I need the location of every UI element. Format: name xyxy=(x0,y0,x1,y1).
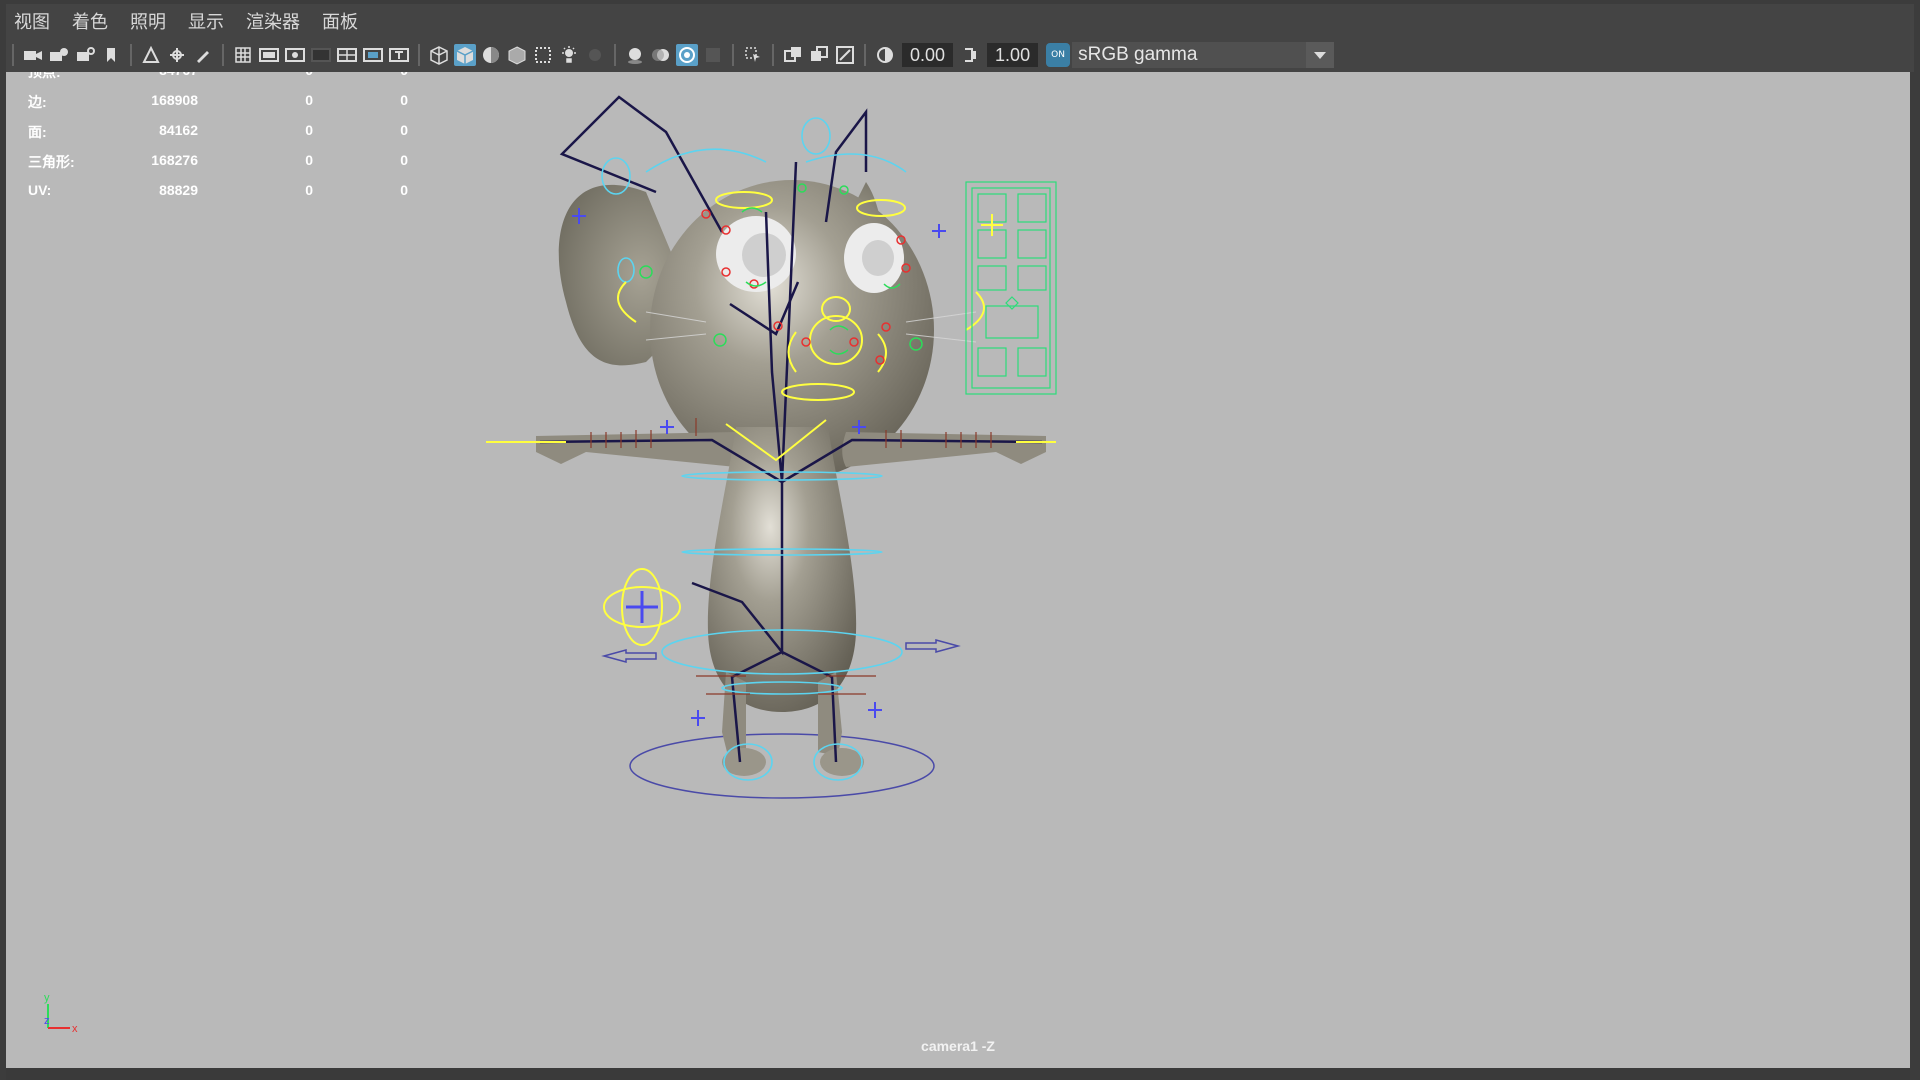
menu-panels[interactable]: 面板 xyxy=(314,8,368,34)
hud-value: 84767 xyxy=(159,72,198,78)
toolbar-separator xyxy=(12,44,14,66)
viewport-bottom-border xyxy=(6,1068,1910,1080)
hud-value: 84162 xyxy=(159,122,198,138)
hud-value: 0 xyxy=(305,152,313,168)
hud-label: 边: xyxy=(28,94,47,110)
maya-viewport-window: 视图 着色 照明 显示 渲染器 面板 0.00 1.00 ON sRGB gam… xyxy=(0,0,1920,1080)
ambient-occlusion-icon[interactable] xyxy=(624,44,646,66)
resolution-gate-icon[interactable] xyxy=(284,44,306,66)
hud-value: 0 xyxy=(400,92,408,108)
gamma-field[interactable]: 1.00 xyxy=(987,43,1039,67)
hud-row-edges: 边: 168908 0 0 xyxy=(28,90,408,120)
xray-active-icon[interactable] xyxy=(808,44,830,66)
hud-row-uvs: UV: 88829 0 0 xyxy=(28,180,408,210)
depth-of-field-icon[interactable] xyxy=(702,44,724,66)
left-eye-inner xyxy=(742,233,786,277)
chevron-down-icon[interactable] xyxy=(1306,42,1335,68)
menu-renderer[interactable]: 渲染器 xyxy=(238,8,310,34)
toolbar-separator xyxy=(130,44,132,66)
exposure-icon[interactable] xyxy=(874,44,896,66)
poly-count-hud: 顶点: 84767 0 0 边: 168908 0 0 面: 84162 0 0… xyxy=(28,72,408,222)
camera-select-icon[interactable] xyxy=(22,44,44,66)
lights-icon[interactable] xyxy=(558,44,580,66)
panel-menubar: 视图 着色 照明 显示 渲染器 面板 xyxy=(6,4,1914,38)
toolbar-separator xyxy=(418,44,420,66)
hud-label: UV: xyxy=(28,182,52,198)
left-arm xyxy=(536,432,740,467)
camera-attributes-icon[interactable] xyxy=(48,44,70,66)
color-management-toggle[interactable]: ON xyxy=(1046,43,1071,67)
color-space-value: sRGB gamma xyxy=(1078,44,1198,65)
axis-x-label: x xyxy=(72,1023,78,1035)
menu-shading[interactable]: 着色 xyxy=(64,8,118,34)
textured-icon[interactable] xyxy=(506,44,528,66)
hud-value: 0 xyxy=(400,182,408,198)
hud-value: 88829 xyxy=(159,182,198,198)
menu-view[interactable]: 视图 xyxy=(6,8,60,34)
field-chart-icon[interactable] xyxy=(336,44,358,66)
grid-icon[interactable] xyxy=(232,44,254,66)
xray-icon[interactable] xyxy=(532,44,554,66)
hud-value: 168276 xyxy=(151,152,198,168)
hud-value: 0 xyxy=(400,122,408,138)
hud-row-vertices: 顶点: 84767 0 0 xyxy=(28,72,408,90)
camera-tools-icon[interactable] xyxy=(74,44,96,66)
motion-blur-icon[interactable] xyxy=(650,44,672,66)
color-space-dropdown[interactable]: sRGB gamma xyxy=(1072,42,1335,68)
gamma-icon[interactable] xyxy=(959,44,981,66)
axis-z-label: z xyxy=(44,1015,50,1027)
3d-viewport[interactable]: 顶点: 84767 0 0 边: 168908 0 0 面: 84162 0 0… xyxy=(6,72,1910,1068)
facial-gui-panel xyxy=(965,181,1057,395)
hud-value: 0 xyxy=(305,72,313,78)
shadows-icon[interactable] xyxy=(584,44,606,66)
toolbar-separator xyxy=(614,44,616,66)
exposure-field[interactable]: 0.00 xyxy=(902,43,954,67)
camera-name-label: camera1 -Z xyxy=(921,1038,995,1054)
right-eye-inner xyxy=(862,240,894,276)
image-plane-icon[interactable] xyxy=(140,44,162,66)
hud-label: 三角形: xyxy=(28,154,75,170)
menu-show[interactable]: 显示 xyxy=(180,8,234,34)
bookmark-icon[interactable] xyxy=(100,44,122,66)
hud-value: 0 xyxy=(400,152,408,168)
hud-value: 0 xyxy=(305,182,313,198)
toolbar-separator xyxy=(222,44,224,66)
hud-label: 面: xyxy=(28,124,47,140)
hud-value: 0 xyxy=(305,92,313,108)
hud-label: 顶点: xyxy=(28,72,61,80)
wireframe-icon[interactable] xyxy=(428,44,450,66)
film-gate-icon[interactable] xyxy=(258,44,280,66)
safe-action-icon[interactable] xyxy=(362,44,384,66)
root-control-circle xyxy=(629,733,935,799)
hud-value: 0 xyxy=(400,72,408,78)
hud-row-faces: 面: 84162 0 0 xyxy=(28,120,408,150)
safe-title-icon[interactable] xyxy=(388,44,410,66)
isolate-icon[interactable] xyxy=(166,44,188,66)
menu-lighting[interactable]: 照明 xyxy=(122,8,176,34)
right-arm xyxy=(842,432,1046,467)
antialiasing-icon[interactable] xyxy=(676,44,698,66)
toolbar-separator xyxy=(864,44,866,66)
isolate-select-icon[interactable] xyxy=(742,44,764,66)
xray-joints-icon[interactable] xyxy=(782,44,804,66)
grease-pencil-icon[interactable] xyxy=(192,44,214,66)
hud-value: 168908 xyxy=(151,92,198,108)
hud-value: 0 xyxy=(305,122,313,138)
smooth-shade-icon[interactable] xyxy=(454,44,476,66)
backface-culling-icon[interactable] xyxy=(834,44,856,66)
toolbar-separator xyxy=(772,44,774,66)
axis-y-label: y xyxy=(44,992,50,1004)
panel-toolbar: 0.00 1.00 ON sRGB gamma xyxy=(6,38,1914,72)
view-axis-gizmo: y x z xyxy=(44,992,78,1035)
hud-row-triangles: 三角形: 168276 0 0 xyxy=(28,150,408,180)
gate-mask-icon[interactable] xyxy=(310,44,332,66)
default-material-icon[interactable] xyxy=(480,44,502,66)
toolbar-separator xyxy=(732,44,734,66)
